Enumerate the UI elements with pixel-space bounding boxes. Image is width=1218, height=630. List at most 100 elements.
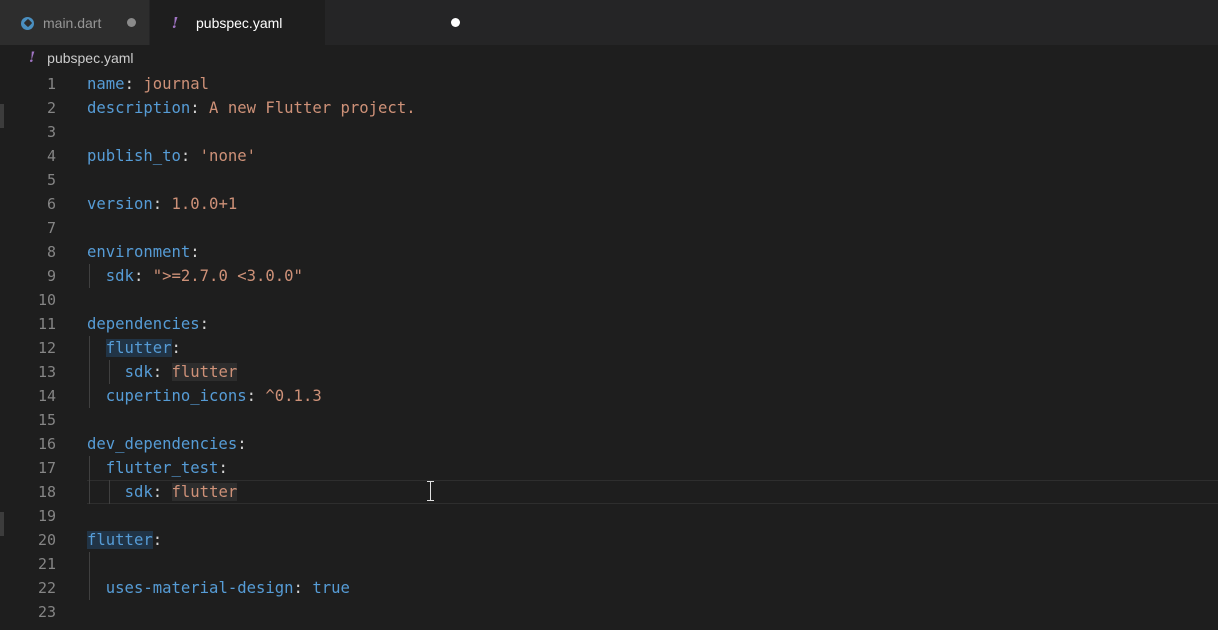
code-text: name: journal [87,72,209,96]
yaml-colon: : [199,315,210,333]
line-number: 17 [37,459,56,477]
code-text: flutter_test: [87,456,228,480]
yaml-key: flutter [87,531,153,549]
yaml-value: true [302,579,350,597]
yaml-colon: : [124,75,134,93]
line-number: 23 [37,603,56,621]
yaml-value: ^0.1.3 [256,387,322,405]
code-line[interactable]: 20 flutter: [0,528,1218,552]
line-number: 3 [46,123,56,141]
code-line[interactable]: 1 name: journal [0,72,1218,96]
code-line[interactable]: 24 [0,624,1218,630]
code-line[interactable]: 21 [0,552,1218,576]
yaml-value: 1.0.0+1 [162,195,238,213]
line-number: 18 [37,483,56,501]
yaml-colon: : [152,195,163,213]
tab-main-dart[interactable]: main.dart [0,0,150,45]
code-text: sdk: flutter [87,480,238,504]
code-line[interactable]: 14 cupertino_icons: ^0.1.3 [0,384,1218,408]
code-line[interactable]: 10 [0,288,1218,312]
indent-guide [89,552,90,576]
line-number: 8 [46,243,56,261]
code-text: publish_to: 'none' [87,144,256,168]
code-line[interactable]: 7 [0,216,1218,240]
yaml-key: flutter_test [105,459,219,477]
code-line[interactable]: 13 sdk: flutter [0,360,1218,384]
code-text: flutter: [87,336,181,360]
line-number: 21 [37,555,56,573]
unsaved-dot-icon[interactable] [451,18,460,27]
code-text: environment: [87,240,200,264]
code-text: uses-material-design: true [87,576,350,600]
tab-label: main.dart [43,14,102,31]
yaml-key: description [87,99,191,117]
line-number: 10 [37,291,56,309]
line-number: 13 [37,363,56,381]
unsaved-dot-icon[interactable] [127,18,136,27]
line-number: 1 [46,75,56,93]
code-line[interactable]: 11 dependencies: [0,312,1218,336]
code-line[interactable]: 12 flutter: [0,336,1218,360]
yaml-key: cupertino_icons [105,387,247,405]
code-line[interactable]: 5 [0,168,1218,192]
yaml-value: journal [133,75,210,93]
line-number: 15 [37,411,56,429]
line-number: 11 [37,315,56,333]
yaml-value: ">=2.7.0 <3.0.0" [143,267,303,285]
yaml-value: A new Flutter project. [199,99,416,117]
code-text: sdk: ">=2.7.0 <3.0.0" [87,264,303,288]
code-line[interactable]: 19 [0,504,1218,528]
code-text: dependencies: [87,312,209,336]
yaml-key: sdk [105,267,134,285]
yaml-colon: : [218,459,228,477]
code-line[interactable]: 4 publish_to: 'none' [0,144,1218,168]
yaml-colon: : [293,579,303,597]
code-line[interactable]: 3 [0,120,1218,144]
code-line[interactable]: 15 [0,408,1218,432]
line-number: 14 [37,387,56,405]
code-text: version: 1.0.0+1 [87,192,237,216]
code-line[interactable]: 17 flutter_test: [0,456,1218,480]
line-number: 9 [46,267,56,285]
yaml-colon: : [152,531,163,549]
text-cursor-icon [426,481,435,501]
code-line[interactable]: 2 description: A new Flutter project. [0,96,1218,120]
yaml-colon: : [237,435,247,453]
code-line[interactable]: 16 dev_dependencies: [0,432,1218,456]
yaml-colon: : [152,483,163,501]
yaml-key: uses-material-design [105,579,294,597]
line-number: 22 [37,579,56,597]
line-number: 6 [46,195,56,213]
line-number: 24 [0,624,56,630]
yaml-colon: : [190,99,200,117]
code-line[interactable]: 6 version: 1.0.0+1 [0,192,1218,216]
code-text: description: A new Flutter project. [87,96,416,120]
code-line[interactable]: 22 uses-material-design: true [0,576,1218,600]
line-number: 16 [37,435,56,453]
yaml-colon: : [133,267,144,285]
yaml-key: dependencies [87,315,200,333]
line-number: 7 [46,219,56,237]
current-line-highlight [87,480,1218,504]
code-line[interactable]: 9 sdk: ">=2.7.0 <3.0.0" [0,264,1218,288]
line-number: 2 [46,99,56,117]
tab-bar: main.dart ! pubspec.yaml [0,0,1218,45]
breadcrumb-item-file[interactable]: pubspec.yaml [47,50,133,66]
code-text: sdk: flutter [87,360,238,384]
tab-pubspec-yaml[interactable]: ! pubspec.yaml [150,0,460,45]
yaml-value: flutter [171,483,238,501]
code-line[interactable]: 18 sdk: flutter [0,480,1218,504]
code-editor[interactable]: 1 name: journal 2 description: A new Flutte… [0,71,1218,630]
yaml-colon: : [180,147,191,165]
line-number: 4 [46,147,56,165]
yaml-key: sdk [124,483,153,501]
line-number: 19 [37,507,56,525]
yaml-key: version [87,195,153,213]
code-line[interactable]: 8 environment: [0,240,1218,264]
yaml-file-icon: ! [29,50,36,66]
yaml-key: publish_to [87,147,181,165]
yaml-colon: : [171,339,181,357]
code-line[interactable]: 23 [0,600,1218,624]
code-text: dev_dependencies: [87,432,247,456]
yaml-value: flutter [171,363,238,381]
